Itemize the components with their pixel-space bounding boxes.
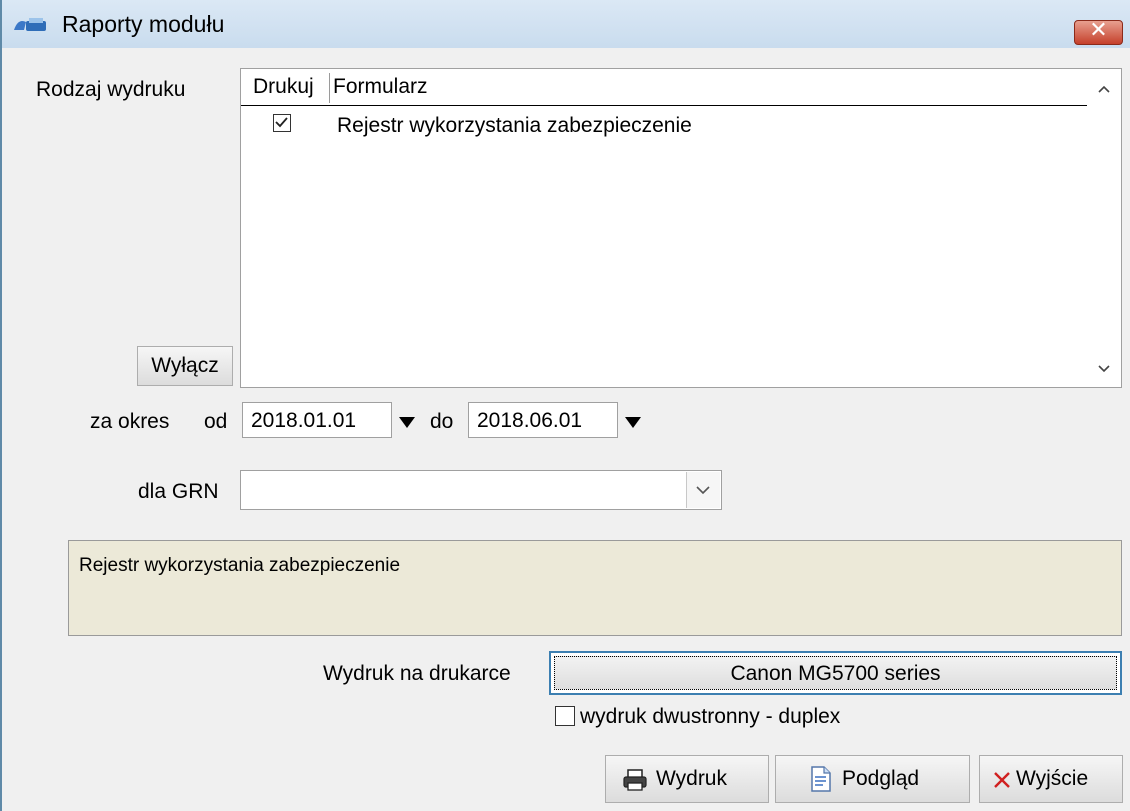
title-bar: Raporty modułu ✕ [2,0,1130,48]
to-label: do [430,410,454,433]
app-icon [14,18,46,31]
exit-button-label: Wyjście [1016,767,1089,790]
printer-icon [623,769,647,791]
list-header: Drukuj Formularz [241,69,1089,106]
duplex-label: wydruk dwustronny - duplex [580,705,841,728]
close-icon: ✕ [1089,17,1108,42]
print-checkbox[interactable] [273,114,291,132]
printer-name: Canon MG5700 series [554,656,1117,690]
printer-label: Wydruk na drukarce [323,662,511,685]
period-label: za okres [90,410,170,433]
checkmark-icon [275,117,288,128]
window-title: Raporty modułu [62,11,225,37]
form-name: Rejestr wykorzystania zabezpieczenie [337,114,692,137]
description-box: Rejestr wykorzystania zabezpieczenie [68,540,1122,636]
report-window: Raporty modułu ✕ Rodzaj wydruku Drukuj F… [0,0,1130,811]
chevron-down-icon [696,486,710,495]
vertical-scrollbar[interactable] [1087,69,1121,387]
preview-button-label: Podgląd [842,767,920,790]
date-to-dropdown-icon[interactable] [625,417,641,428]
duplex-checkbox[interactable] [555,706,575,726]
date-from-input[interactable]: 2018.01.01 [242,402,392,438]
preview-icon [811,766,831,792]
printer-select-button[interactable]: Canon MG5700 series [549,651,1122,695]
preview-button[interactable]: Podgląd [775,755,970,803]
exit-button[interactable]: Wyjście [979,755,1123,803]
grn-label: dla GRN [138,480,219,503]
close-button[interactable]: ✕ [1074,17,1123,45]
grn-dropdown-button[interactable] [686,472,720,508]
date-to-input[interactable]: 2018.06.01 [468,402,618,438]
chevron-up-icon[interactable] [1096,81,1112,97]
column-divider[interactable] [329,73,330,103]
print-button[interactable]: Wydruk [605,755,769,803]
column-header-print[interactable]: Drukuj [253,75,314,99]
from-label: od [204,410,228,433]
date-from-dropdown-icon[interactable] [399,417,415,428]
column-header-form[interactable]: Formularz [333,75,428,99]
report-list[interactable]: Drukuj Formularz Rejestr wykorzystania z… [240,68,1122,388]
chevron-down-icon[interactable] [1096,361,1112,377]
exit-icon [994,772,1010,788]
print-button-label: Wydruk [656,767,727,790]
disable-button[interactable]: Wyłącz [137,346,233,386]
grn-select[interactable] [240,470,722,510]
report-type-label: Rodzaj wydruku [36,78,186,101]
